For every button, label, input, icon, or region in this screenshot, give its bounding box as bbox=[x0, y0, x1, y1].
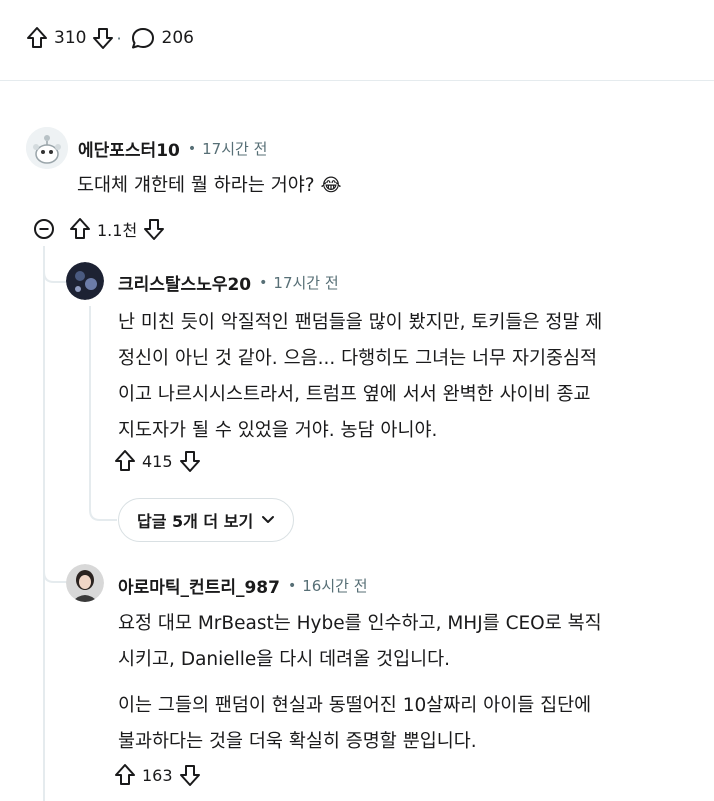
collapse-icon[interactable] bbox=[33, 218, 55, 240]
more-replies-button[interactable]: 답글 5개 더 보기 bbox=[118, 498, 295, 542]
comment-vote-row: 163 bbox=[114, 760, 201, 790]
more-replies-label: 답글 5개 더 보기 bbox=[137, 512, 254, 531]
comment-line: 정신이 아닌 것 같아. 으음... 다행히도 그녀는 너무 자기중심적 bbox=[118, 348, 598, 369]
comment-line: 이고 나르시시스트라서, 트럼프 옆에 서서 완벽한 사이비 종교 bbox=[118, 384, 591, 405]
comment-vote-count: 163 bbox=[142, 765, 173, 785]
comment-author[interactable]: 크리스탈스노우20 bbox=[118, 270, 251, 295]
comment-body: 난 미친 듯이 악질적인 팬덤들을 많이 봤지만, 토키들은 정말 제 정신이 … bbox=[118, 305, 698, 449]
downvote-icon[interactable] bbox=[143, 217, 165, 241]
comment-body: 도대체 걔한테 뭘 하라는 거야? 😂 bbox=[77, 168, 342, 204]
comment-body: 요정 대모 MrBeast는 Hybe를 인수하고, MHJ를 CEO로 복직 … bbox=[118, 606, 698, 760]
comment-vote-row: 415 bbox=[114, 446, 201, 476]
comment-vote-row: 1.1천 bbox=[33, 214, 165, 244]
comment-line: 난 미친 듯이 악질적인 팬덤들을 많이 봤지만, 토키들은 정말 제 bbox=[118, 312, 603, 333]
comment-timestamp: 16시간 전 bbox=[302, 577, 368, 595]
separator-dot: • bbox=[259, 274, 268, 291]
upvote-icon[interactable] bbox=[69, 217, 91, 241]
avatar[interactable] bbox=[66, 262, 104, 300]
thread-line[interactable] bbox=[43, 246, 45, 801]
comment-author[interactable]: 아로마틱_컨트리_987 bbox=[118, 573, 280, 598]
separator-dot: • bbox=[187, 140, 197, 157]
separator-dot: • bbox=[287, 577, 297, 594]
comment-line: 불과하다는 것을 더욱 확실히 증명할 뿐입니다. bbox=[118, 731, 477, 752]
upvote-icon[interactable] bbox=[114, 763, 136, 787]
downvote-icon[interactable] bbox=[179, 449, 201, 473]
avatar[interactable] bbox=[26, 127, 68, 169]
avatar[interactable] bbox=[66, 564, 104, 602]
post-upvote-count: 310 bbox=[54, 28, 87, 48]
comment-author[interactable]: 에단포스터10 bbox=[78, 136, 180, 161]
post-action-bar: 310 · 206 bbox=[26, 22, 200, 54]
comment-line: 이는 그들의 팬덤이 현실과 동떨어진 10살짜리 아이들 집단에 bbox=[118, 695, 592, 716]
thread-connector bbox=[89, 490, 117, 521]
upvote-icon[interactable] bbox=[114, 449, 136, 473]
section-divider bbox=[0, 80, 714, 81]
comment-header: 에단포스터10 • 17시간 전 bbox=[78, 136, 267, 161]
comment-line: 지도자가 될 수 있었을 거야. 농담 아니야. bbox=[118, 420, 438, 441]
thread-line[interactable] bbox=[89, 306, 91, 494]
post-comment-count: 206 bbox=[161, 28, 194, 48]
comment-header: 크리스탈스노우20 • 17시간 전 bbox=[118, 270, 339, 295]
upvote-icon[interactable] bbox=[26, 26, 48, 50]
emoji-laughing: 😂 bbox=[320, 175, 342, 196]
comment-vote-count: 415 bbox=[142, 451, 173, 471]
comment-line: 시키고, Danielle을 다시 데려올 것입니다. bbox=[118, 649, 451, 670]
comment-line: 요정 대모 MrBeast는 Hybe를 인수하고, MHJ를 CEO로 복직 bbox=[118, 613, 602, 634]
separator-dot: · bbox=[116, 28, 122, 48]
comment-vote-count: 1.1천 bbox=[97, 221, 138, 240]
comment-text: 도대체 걔한테 뭘 하라는 거야? bbox=[77, 175, 315, 196]
comment-icon[interactable] bbox=[130, 26, 156, 50]
comment-timestamp: 17시간 전 bbox=[202, 140, 268, 158]
comment-timestamp: 17시간 전 bbox=[273, 274, 339, 292]
comment-header: 아로마틱_컨트리_987 • 16시간 전 bbox=[118, 573, 368, 598]
chevron-down-icon bbox=[261, 515, 275, 525]
downvote-icon[interactable] bbox=[92, 26, 114, 50]
downvote-icon[interactable] bbox=[179, 763, 201, 787]
